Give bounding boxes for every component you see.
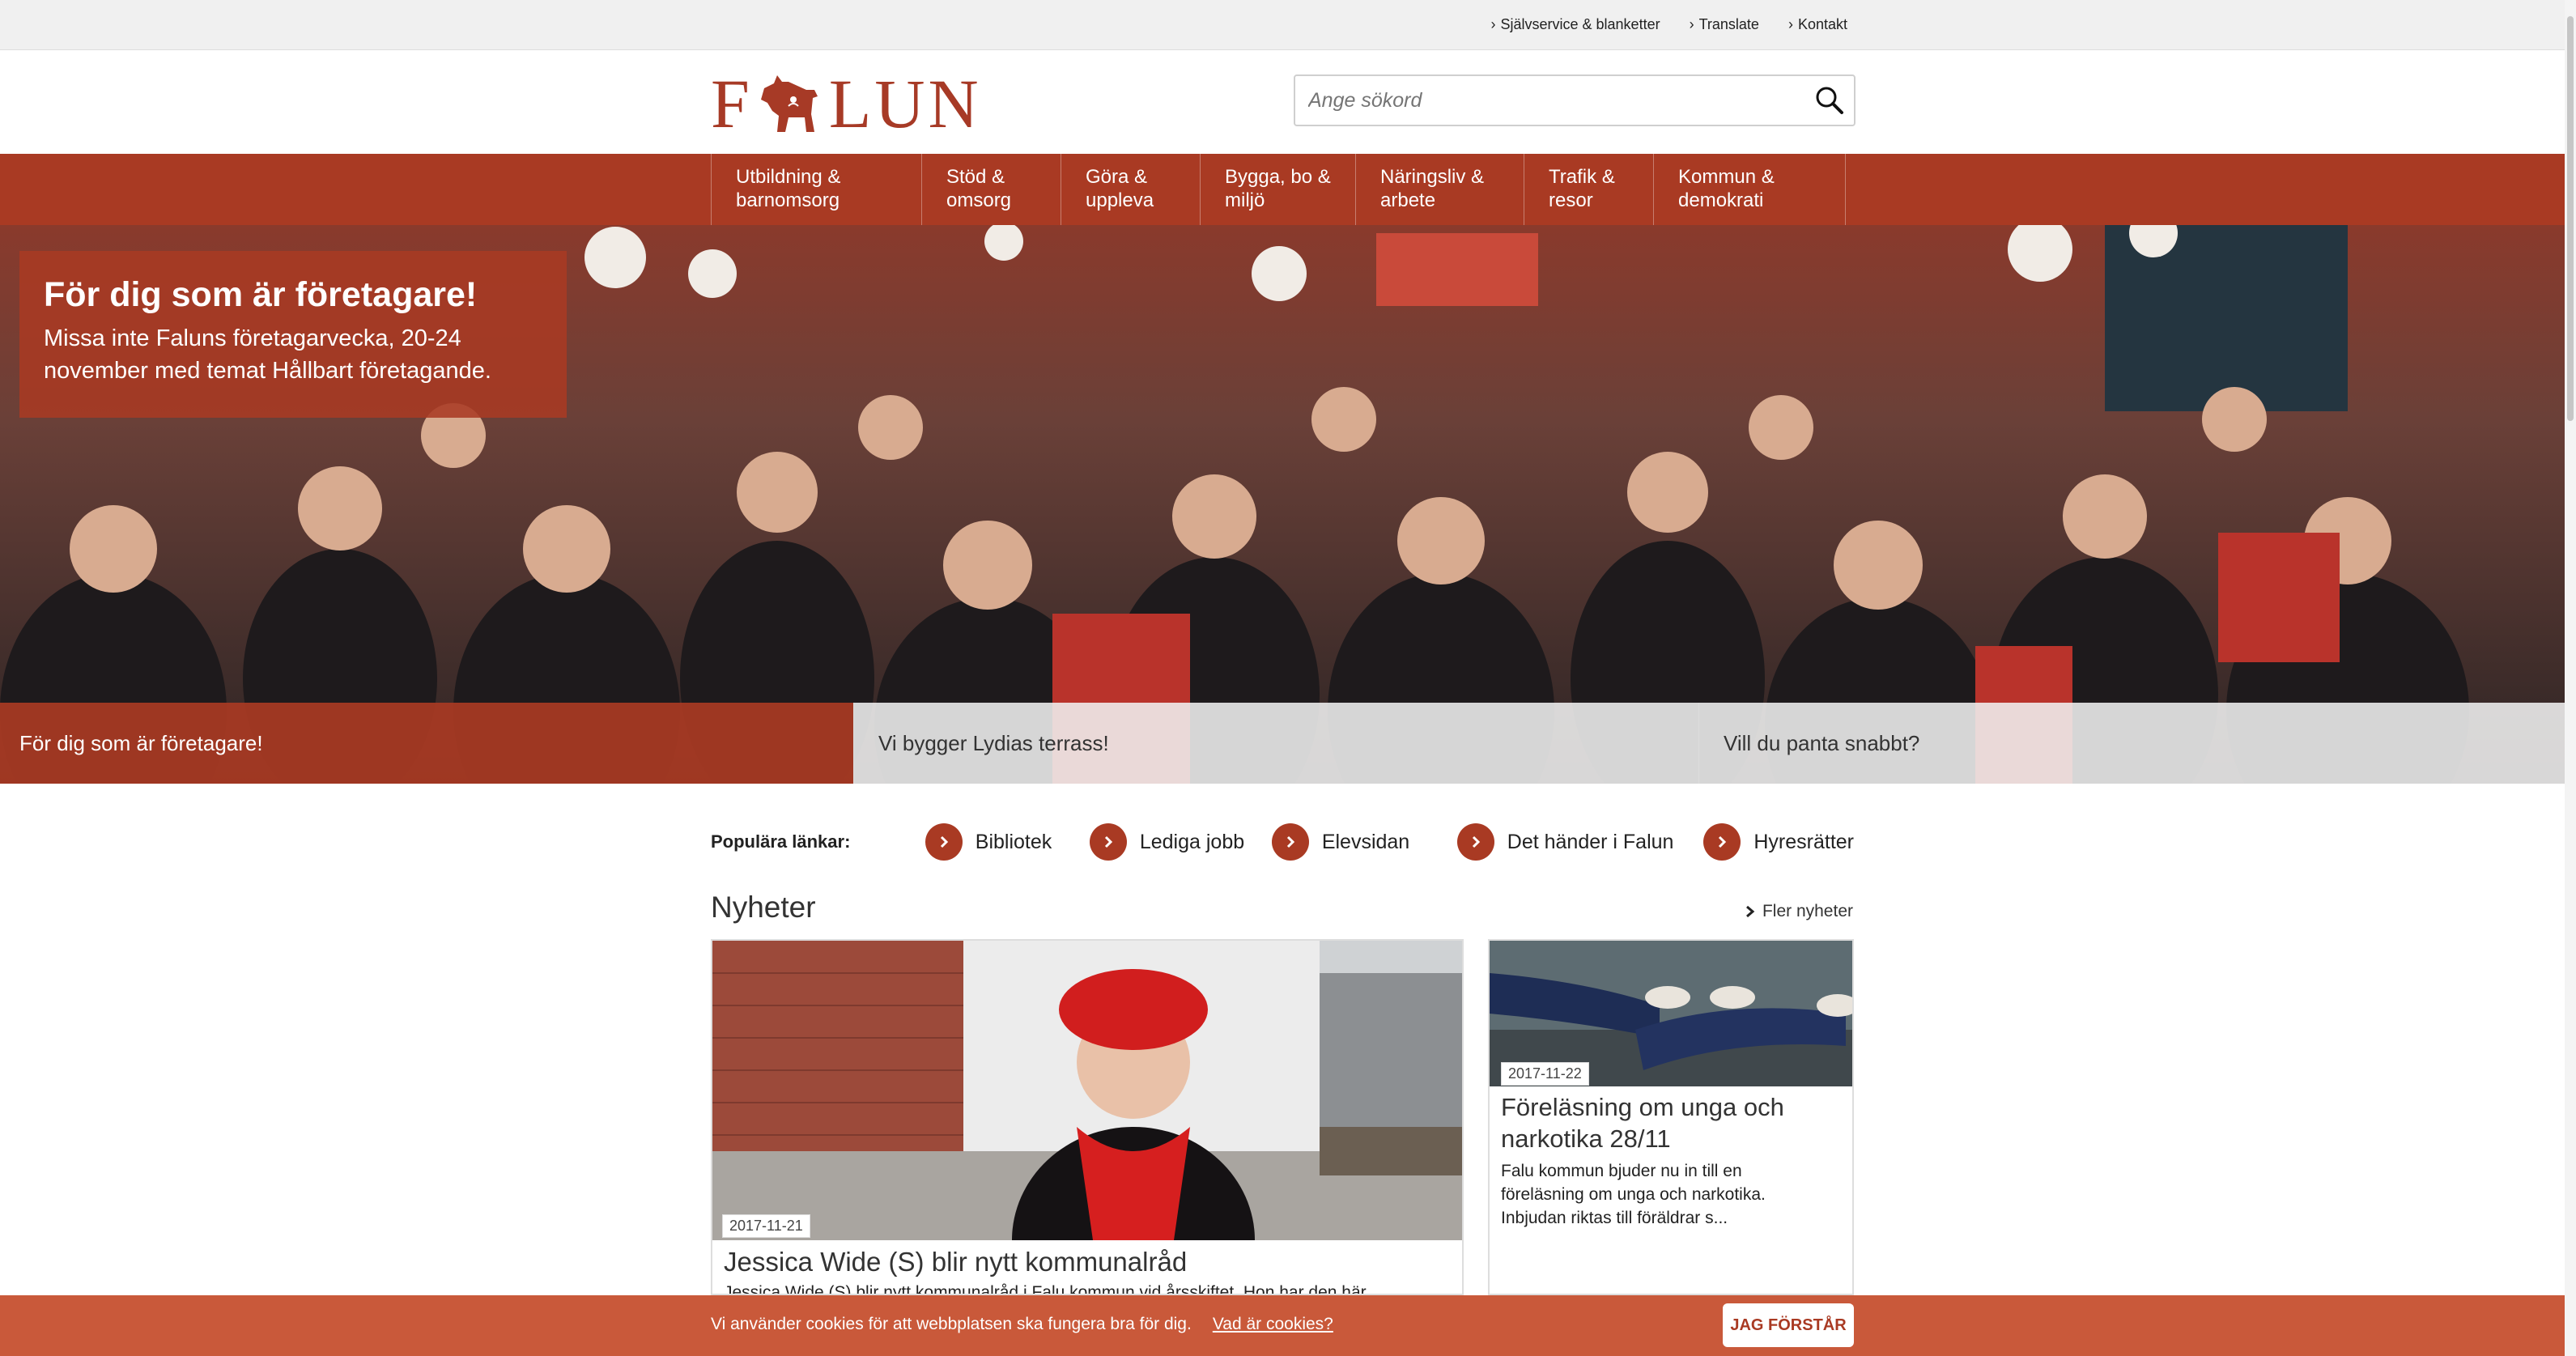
cookie-accept-button[interactable]: JAG FÖRSTÅR xyxy=(1723,1303,1854,1347)
news-image-portrait xyxy=(712,941,1462,1240)
chevron-right-icon xyxy=(1271,823,1309,861)
nav-item-trafik[interactable]: Trafik & resor xyxy=(1524,154,1653,225)
news-excerpt: Jessica Wide (S) blir nytt kommunalråd i… xyxy=(724,1283,1367,1295)
nav-item-naringsliv[interactable]: Näringsliv & arbete xyxy=(1355,154,1524,225)
popular-link-lediga-jobb[interactable]: Lediga jobb xyxy=(1089,823,1272,861)
nav-item-kommun[interactable]: Kommun & demokrati xyxy=(1653,154,1846,225)
utility-link-translate[interactable]: › Translate xyxy=(1690,16,1759,33)
search-box xyxy=(1294,74,1855,126)
site-logo[interactable]: F LUN xyxy=(711,69,982,138)
hero-title: För dig som är företagare! xyxy=(44,275,478,314)
popular-link-elevsidan[interactable]: Elevsidan xyxy=(1271,823,1457,861)
news-title[interactable]: Jessica Wide (S) blir nytt kommunalråd xyxy=(724,1247,1187,1277)
search-icon xyxy=(1816,87,1843,114)
popular-link-bibliotek[interactable]: Bibliotek xyxy=(925,823,1090,861)
news-heading: Nyheter xyxy=(711,891,816,924)
news-card[interactable]: 2017-11-22 Föreläsning om unga och narko… xyxy=(1488,939,1854,1295)
cookie-text: Vi använder cookies för att webbplatsen … xyxy=(711,1315,1192,1333)
chevron-right-icon xyxy=(1745,905,1755,918)
chevron-right-icon: › xyxy=(1689,16,1694,32)
main-nav-items: Utbildning & barnomsorg Stöd & omsorg Göra… xyxy=(711,154,1846,225)
hero-text: Missa inte Faluns företagarvecka, 20-24 … xyxy=(44,325,491,384)
dala-horse-icon xyxy=(760,75,818,132)
news-card-featured[interactable]: 2017-11-21 Jessica Wide (S) blir nytt ko… xyxy=(711,939,1464,1295)
popular-links: Populära länkar: Bibliotek Lediga jobb E… xyxy=(711,819,1854,865)
hero-tab-panta[interactable]: Vill du panta snabbt? xyxy=(1698,703,2576,784)
chevron-right-icon xyxy=(925,823,963,861)
utility-links: › Självservice & blanketter › Translate › K… xyxy=(1490,16,1847,33)
popular-link-hyresratter[interactable]: Hyresrätter xyxy=(1703,823,1854,861)
popular-link-det-hander[interactable]: Det händer i Falun xyxy=(1456,823,1704,861)
hero-tab-foretagare[interactable]: För dig som är företagare! xyxy=(0,703,853,784)
nav-item-stod[interactable]: Stöd & omsorg xyxy=(921,154,1061,225)
news-date: 2017-11-21 xyxy=(722,1214,810,1238)
nav-item-bygga[interactable]: Bygga, bo & miljö xyxy=(1200,154,1355,225)
page-scrollbar[interactable] xyxy=(2565,0,2576,1356)
news-title[interactable]: Föreläsning om unga och narkotika 28/11 xyxy=(1501,1091,1841,1154)
nav-item-gora[interactable]: Göra & uppleva xyxy=(1061,154,1200,225)
utility-link-selfservice[interactable]: › Självservice & blanketter xyxy=(1490,16,1660,33)
site-header: F LUN xyxy=(0,50,2576,154)
scrollbar-thumb[interactable] xyxy=(2567,16,2574,421)
search-button[interactable] xyxy=(1805,76,1854,125)
hero-tab-lydias-terrass[interactable]: Vi bygger Lydias terrass! xyxy=(853,703,1698,784)
chevron-right-icon: › xyxy=(1490,16,1496,32)
utility-bar: › Självservice & blanketter › Translate › K… xyxy=(0,0,2576,50)
more-news-link[interactable]: Fler nyheter xyxy=(1745,902,1853,921)
chevron-right-icon: › xyxy=(1787,16,1793,32)
news-excerpt: Falu kommun bjuder nu in till en föreläs… xyxy=(1501,1162,1766,1227)
hero-caption: För dig som är företagare! Missa inte Fa… xyxy=(19,251,567,418)
chevron-right-icon xyxy=(1703,823,1741,861)
search-input[interactable] xyxy=(1295,76,1805,125)
cookie-text-row: Vi använder cookies för att webbplatsen … xyxy=(711,1315,1333,1334)
cookie-banner: Vi använder cookies för att webbplatsen … xyxy=(0,1295,2576,1356)
hero-carousel: För dig som är företagare! Missa inte Fa… xyxy=(0,225,2576,784)
utility-link-contact[interactable]: › Kontakt xyxy=(1788,16,1847,33)
nav-item-utbildning[interactable]: Utbildning & barnomsorg xyxy=(711,154,921,225)
chevron-right-icon xyxy=(1089,823,1127,861)
hero-tabs: För dig som är företagare! Vi bygger Lyd… xyxy=(0,703,2576,784)
news-date: 2017-11-22 xyxy=(1501,1062,1589,1086)
popular-links-label: Populära länkar: xyxy=(711,831,851,852)
chevron-right-icon xyxy=(1456,823,1494,861)
cookie-info-link[interactable]: Vad är cookies? xyxy=(1213,1315,1333,1333)
main-nav: Utbildning & barnomsorg Stöd & omsorg Göra… xyxy=(0,154,2576,225)
